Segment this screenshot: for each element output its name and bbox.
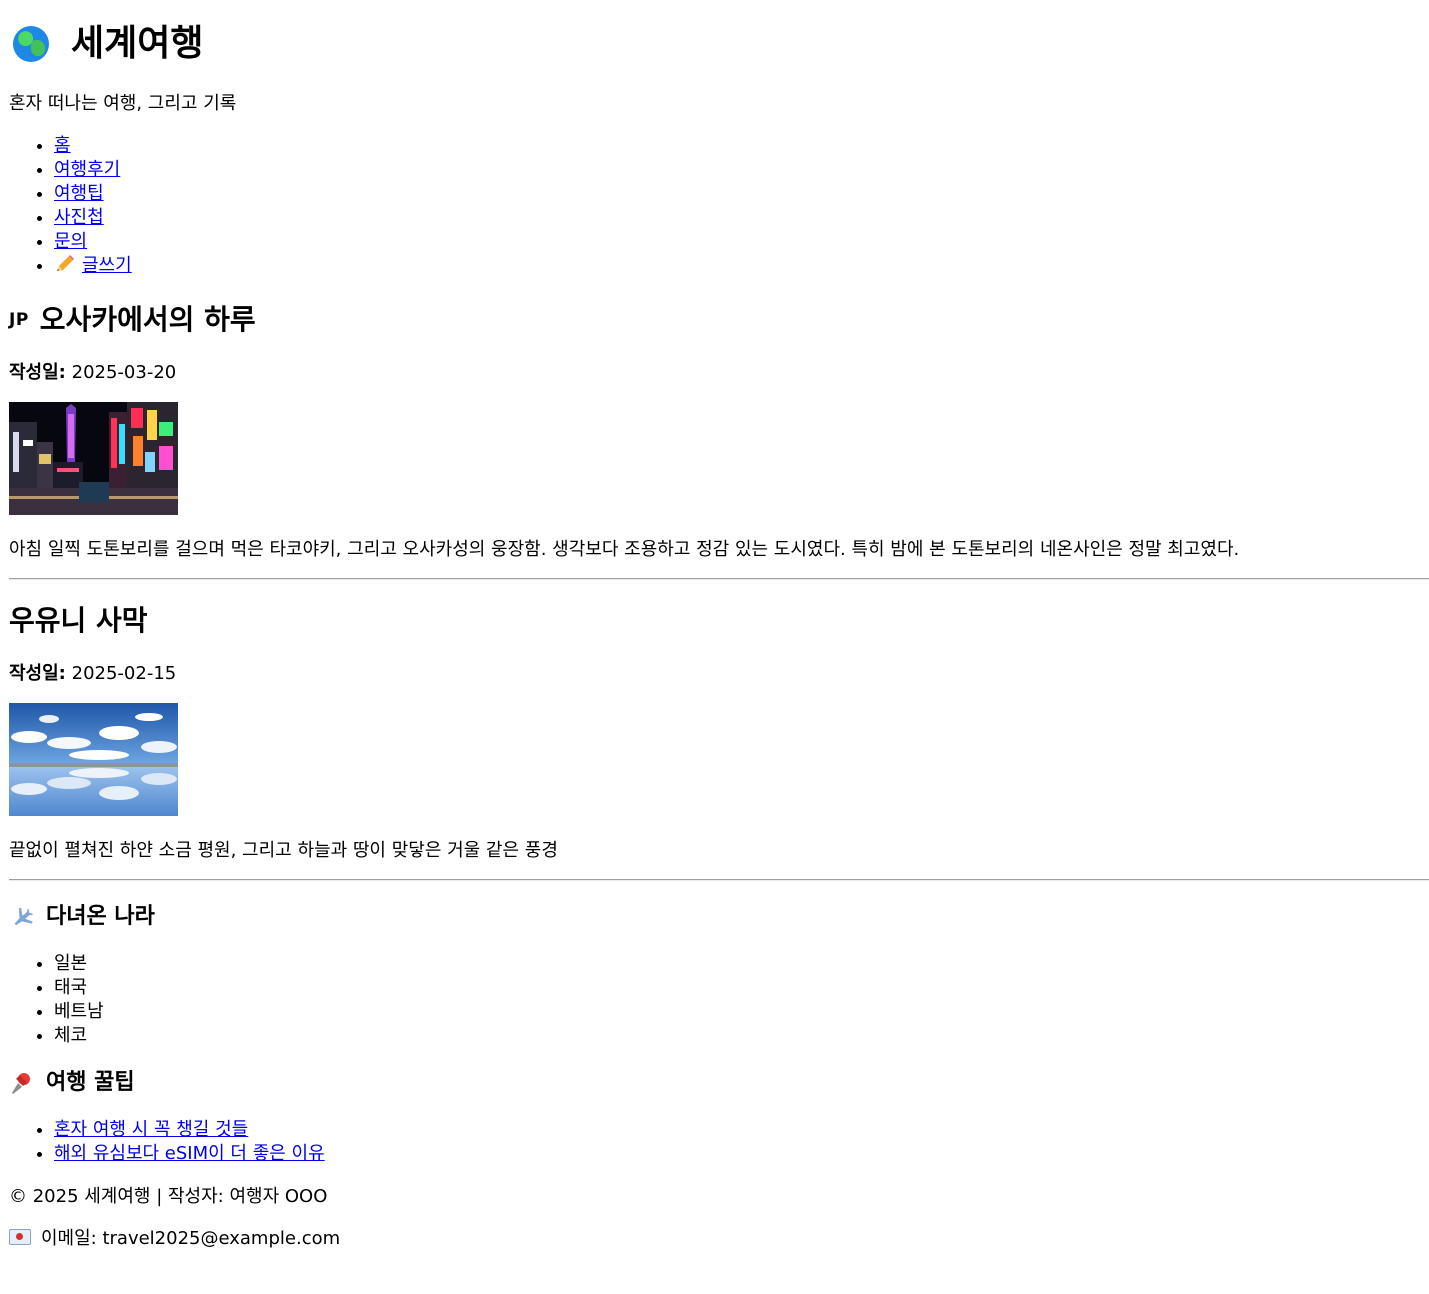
footer-email-text: 이메일: travel2025@example.com xyxy=(41,1228,341,1249)
nav-link-reviews[interactable]: 여행후기 xyxy=(54,159,120,180)
list-item: 혼자 여행 시 꼭 챙길 것들 xyxy=(54,1118,1429,1142)
visited-countries-heading-text: 다녀온 나라 xyxy=(46,904,155,929)
nav-item-reviews: 여행후기 xyxy=(54,158,132,182)
tips-list: 혼자 여행 시 꼭 챙길 것들 해외 유심보다 eSIM이 더 좋은 이유 xyxy=(9,1118,1429,1166)
nav-item-write: 글쓰기 xyxy=(54,254,132,278)
site-title-text: 세계여행 xyxy=(71,23,204,64)
post-summary: 아침 일찍 도톤보리를 걸으며 먹은 타코야키, 그리고 오사카성의 웅장함. … xyxy=(9,539,1240,560)
nav-item-contact: 문의 xyxy=(54,230,132,254)
nav-link-write[interactable]: 글쓰기 xyxy=(54,255,132,276)
nav-item-gallery: 사진첩 xyxy=(54,206,132,230)
nav-item-home: 홈 xyxy=(54,134,132,158)
globe-icon xyxy=(13,26,49,62)
post-title-text: 오사카에서의 하루 xyxy=(39,303,256,336)
nav-link-tips[interactable]: 여행팁 xyxy=(54,183,104,204)
post-title[interactable]: JP 오사카에서의 하루 xyxy=(9,302,1429,338)
airplane-icon xyxy=(9,905,33,929)
post-meta: 작성일: 2025-02-15 xyxy=(9,662,1429,686)
post-date-label: 작성일: xyxy=(9,362,66,383)
travel-tips-heading-text: 여행 꿀팁 xyxy=(46,1070,135,1095)
nav-item-tips: 여행팁 xyxy=(54,182,132,206)
divider xyxy=(9,879,1429,881)
pushpin-icon xyxy=(9,1071,33,1095)
divider xyxy=(9,578,1429,580)
site-tagline: 혼자 떠나는 여행, 그리고 기록 xyxy=(9,93,237,114)
site-title: 세계여행 xyxy=(13,20,203,68)
post-title[interactable]: 우유니 사막 xyxy=(9,603,1429,639)
visited-countries-section: 다녀온 나라 일본 태국 베트남 체코 xyxy=(9,902,1429,1048)
nav-link-home[interactable]: 홈 xyxy=(54,135,71,156)
post-date: 2025-03-20 xyxy=(71,362,177,383)
footer-copyright: © 2025 세계여행 | 작성자: 여행자 OOO xyxy=(9,1186,328,1207)
post-uyuni: 우유니 사막 작성일: 2025-02-15 끝없이 펼쳐진 하얀 소금 평원,… xyxy=(9,603,1429,863)
nav-link-gallery[interactable]: 사진첩 xyxy=(54,207,104,228)
visited-countries-heading: 다녀온 나라 xyxy=(9,902,1429,932)
post-title-text: 우유니 사막 xyxy=(9,604,148,637)
post-meta: 작성일: 2025-03-20 xyxy=(9,361,1429,385)
post-osaka: JP 오사카에서의 하루 작성일: 2025-03-20 아침 일찍 도톤보리를… xyxy=(9,302,1429,562)
envelope-icon xyxy=(9,1229,31,1245)
site-header: 세계여행 혼자 떠나는 여행, 그리고 기록 xyxy=(9,0,1429,114)
nav-link-contact[interactable]: 문의 xyxy=(54,231,87,252)
tip-link[interactable]: 혼자 여행 시 꼭 챙길 것들 xyxy=(54,1119,248,1140)
tip-link[interactable]: 해외 유심보다 eSIM이 더 좋은 이유 xyxy=(54,1143,325,1164)
list-item: 체코 xyxy=(54,1024,1429,1048)
country-list: 일본 태국 베트남 체코 xyxy=(9,952,1429,1048)
nav-link-write-label: 글쓰기 xyxy=(82,255,132,276)
list-item: 베트남 xyxy=(54,1000,1429,1024)
post-summary: 끝없이 펼쳐진 하얀 소금 평원, 그리고 하늘과 땅이 맞닿은 거울 같은 풍… xyxy=(9,840,558,861)
travel-tips-section: 여행 꿀팁 혼자 여행 시 꼭 챙길 것들 해외 유심보다 eSIM이 더 좋은… xyxy=(9,1068,1429,1166)
flag-jp-icon: JP xyxy=(9,310,29,330)
list-item: 일본 xyxy=(54,952,1429,976)
post-date: 2025-02-15 xyxy=(71,663,177,684)
nav-list: 홈 여행후기 여행팁 사진첩 문의 글쓰기 xyxy=(9,134,132,278)
list-item: 태국 xyxy=(54,976,1429,1000)
list-item: 해외 유심보다 eSIM이 더 좋은 이유 xyxy=(54,1142,1429,1166)
pencil-icon xyxy=(57,255,74,271)
travel-tips-heading: 여행 꿀팁 xyxy=(9,1068,1429,1098)
post-image-uyuni xyxy=(9,703,178,816)
post-image-dotonbori xyxy=(9,402,178,515)
footer-email: 이메일: travel2025@example.com xyxy=(9,1227,340,1251)
post-date-label: 작성일: xyxy=(9,663,66,684)
